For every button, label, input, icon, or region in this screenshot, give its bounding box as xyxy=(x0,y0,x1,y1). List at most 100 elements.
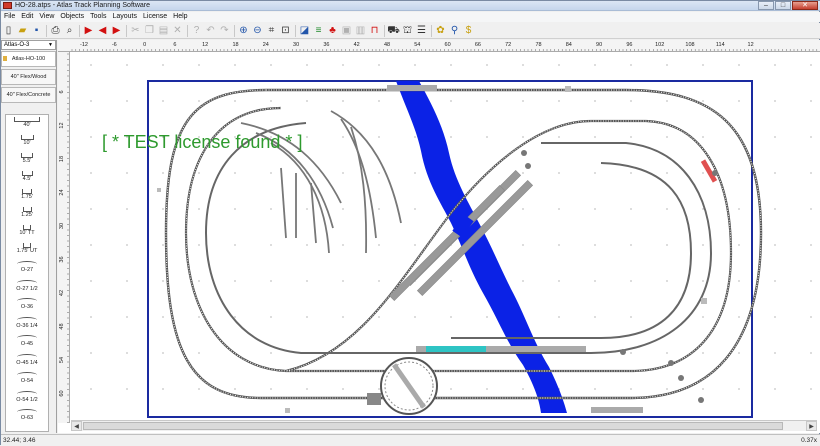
menu-drop-icon[interactable]: ☰ xyxy=(415,24,428,37)
copy-icon[interactable]: ❐ xyxy=(143,24,156,37)
step-forward-icon[interactable]: ▶ xyxy=(110,24,123,37)
grid-dot xyxy=(162,316,164,318)
part-label: 40' xyxy=(23,122,31,128)
ruler-tick-label: 108 xyxy=(685,42,694,48)
app-window: HO-28.atps - Atlas Track Planning Softwa… xyxy=(0,0,820,446)
tree-icon[interactable]: ♣ xyxy=(326,24,339,37)
grid-dot xyxy=(738,100,740,102)
part-label: 1.25' xyxy=(21,212,33,218)
part-item[interactable]: O-36 xyxy=(6,298,48,310)
grid-dot xyxy=(594,172,596,174)
paste-icon[interactable]: ▤ xyxy=(157,24,170,37)
library-tab-flex-concrete[interactable]: 40" Flex/Concrete xyxy=(1,87,56,103)
part-item[interactable]: O-54 1/2 xyxy=(6,390,48,403)
bom-icon[interactable]: $ xyxy=(462,24,475,37)
part-item[interactable]: 10' TT xyxy=(6,225,48,236)
ruler-tick-label: -6 xyxy=(112,42,117,48)
grid-dot xyxy=(126,388,128,390)
grid-dot xyxy=(198,100,200,102)
part-item[interactable]: 1.25' xyxy=(6,207,48,218)
part-item[interactable]: O-36 1/4 xyxy=(6,316,48,329)
part-item[interactable]: O-63 xyxy=(6,409,48,421)
grid-dot xyxy=(810,244,812,246)
grid-dot xyxy=(162,244,164,246)
grid-dot xyxy=(774,64,776,66)
play-icon[interactable]: ▶ xyxy=(82,24,95,37)
part-item[interactable]: 1.75' UT xyxy=(6,243,48,254)
grid-dot xyxy=(342,280,344,282)
part-item[interactable]: O-27 xyxy=(6,261,48,273)
scenery-icon[interactable]: ▥ xyxy=(354,24,367,37)
zoom-in-icon[interactable]: ⊕ xyxy=(237,24,250,37)
scroll-thumb[interactable] xyxy=(83,422,783,430)
grid-dot xyxy=(342,208,344,210)
part-item[interactable]: 40' xyxy=(6,117,48,128)
roundhouse[interactable] xyxy=(367,393,381,405)
print-preview-icon[interactable]: ⌕ xyxy=(63,24,76,37)
cut-icon[interactable]: ✂ xyxy=(129,24,142,37)
horizontal-scrollbar[interactable]: ◀ ▶ xyxy=(71,420,817,431)
ruler-tick-label: 18 xyxy=(232,42,238,48)
part-item[interactable]: 5.5' xyxy=(6,153,48,164)
delete-icon[interactable]: ✕ xyxy=(171,24,184,37)
grid-dot xyxy=(378,64,380,66)
open-icon[interactable]: ▰ xyxy=(16,24,29,37)
track-color-icon[interactable]: ≡ xyxy=(312,24,325,37)
bridge-icon[interactable]: ⛫ xyxy=(401,24,414,37)
part-item[interactable]: O-45 xyxy=(6,335,48,347)
layer-icon[interactable]: ◪ xyxy=(298,24,311,37)
menu-objects[interactable]: Objects xyxy=(57,12,87,22)
title-bar[interactable]: HO-28.atps - Atlas Track Planning Softwa… xyxy=(1,1,820,11)
ruler-tick-label: 42 xyxy=(59,290,65,296)
bridge-top[interactable] xyxy=(387,85,437,91)
bridge-bottom[interactable] xyxy=(591,407,643,413)
menu-view[interactable]: View xyxy=(36,12,57,22)
measure-icon[interactable]: ⊓ xyxy=(368,24,381,37)
library-tab-label: Atlas-HO-100 xyxy=(11,56,46,62)
close-button[interactable]: ✕ xyxy=(792,1,818,10)
menu-help[interactable]: Help xyxy=(170,12,190,22)
help-icon[interactable]: ? xyxy=(190,24,203,37)
part-item[interactable]: O-54 xyxy=(6,372,48,384)
part-item[interactable]: 10' xyxy=(6,135,48,146)
part-item[interactable]: 4.5' xyxy=(6,171,48,182)
grid-dot xyxy=(126,172,128,174)
grid-dot xyxy=(522,388,524,390)
undo-icon[interactable]: ↶ xyxy=(204,24,217,37)
library-tab-flex-wood[interactable]: 40" Flex/Wood xyxy=(1,69,56,85)
step-back-icon[interactable]: ◀ xyxy=(96,24,109,37)
part-item[interactable]: O-27 1/2 xyxy=(6,279,48,292)
scroll-right-button[interactable]: ▶ xyxy=(806,421,817,431)
menu-edit[interactable]: Edit xyxy=(18,12,36,22)
zoom-out-icon[interactable]: ⊖ xyxy=(251,24,264,37)
part-item[interactable]: O-45 1/4 xyxy=(6,353,48,366)
library-select[interactable]: Atlas-O-3 ▼ xyxy=(1,40,56,50)
save-icon[interactable]: ▪ xyxy=(30,24,43,37)
layout-canvas[interactable]: -12 -6 0 6 12 18 24 30 36 42 48 54 60 66 72 78 84 90 96 102… xyxy=(58,40,820,433)
grid-dot xyxy=(522,208,524,210)
parts-icon[interactable]: ✿ xyxy=(434,24,447,37)
highlighted-track[interactable] xyxy=(426,346,486,352)
menu-tools[interactable]: Tools xyxy=(87,12,109,22)
zoom-window-icon[interactable]: ⊡ xyxy=(279,24,292,37)
zoom-fit-icon[interactable]: ⌗ xyxy=(265,24,278,37)
new-icon[interactable]: ▯ xyxy=(2,24,15,37)
menu-license[interactable]: License xyxy=(140,12,170,22)
scroll-left-button[interactable]: ◀ xyxy=(71,421,82,431)
part-item[interactable]: 1.75' xyxy=(6,189,48,200)
grid-dot xyxy=(90,280,92,282)
maximize-button[interactable]: □ xyxy=(775,1,791,10)
grid-dot xyxy=(198,172,200,174)
minimize-button[interactable]: – xyxy=(758,1,774,10)
turntable[interactable] xyxy=(367,357,438,415)
train-icon[interactable]: ⛟ xyxy=(387,24,400,37)
search-icon[interactable]: ⚲ xyxy=(448,24,461,37)
flex-icon[interactable]: ▣ xyxy=(340,24,353,37)
redo-icon[interactable]: ↷ xyxy=(218,24,231,37)
track-layout-area[interactable]: [ * TEST license found * ] xyxy=(71,53,817,423)
library-tab-atlas-ho-100[interactable]: Atlas-HO-100 xyxy=(1,51,56,67)
print-icon[interactable]: ⎙ xyxy=(49,24,62,37)
app-icon xyxy=(3,2,12,9)
menu-layouts[interactable]: Layouts xyxy=(109,12,140,22)
menu-file[interactable]: File xyxy=(1,12,18,22)
